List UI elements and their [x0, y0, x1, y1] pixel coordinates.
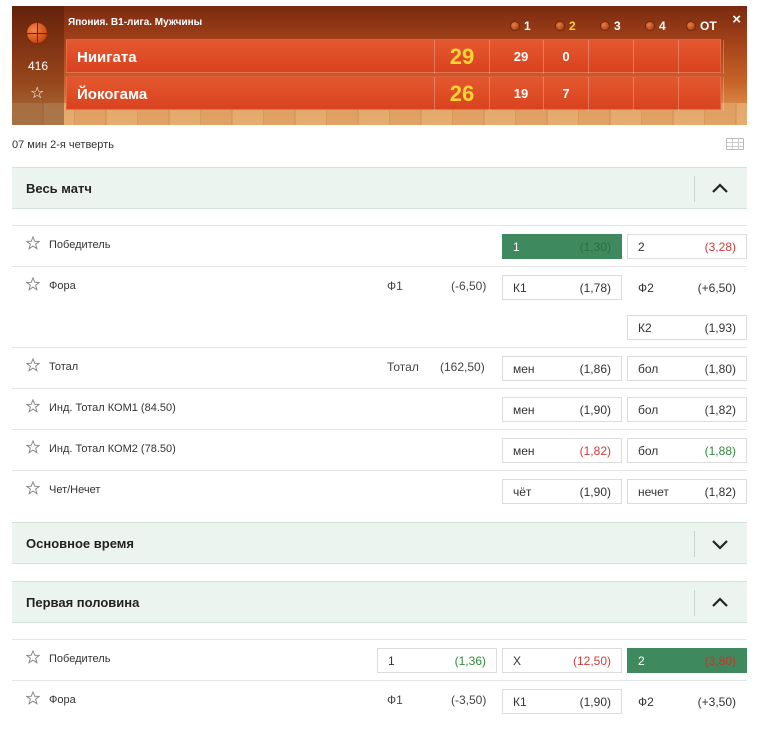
section-regular-time[interactable]: Основное время [12, 522, 747, 564]
market-row-ind-total-2: Инд. Тотал КОМ2 (78.50) мен (1,82) бол (… [12, 429, 747, 471]
star-outline-icon[interactable] [26, 236, 40, 250]
basketball-icon [510, 21, 520, 31]
star-outline-icon[interactable] [26, 691, 40, 705]
section-title: Основное время [26, 536, 134, 551]
market-name: Фора [49, 694, 76, 706]
basketball-icon [26, 22, 48, 44]
quarter-score: 0 [544, 40, 589, 74]
odds-button[interactable]: мен (1,86) [502, 356, 622, 381]
market-row-odd-even: Чет/Нечет чёт (1,90) нечет (1,82) [12, 470, 747, 512]
quarter-score [589, 77, 634, 111]
handicap-label: Ф1 [387, 693, 403, 707]
odds-button[interactable]: мен (1,82) [502, 438, 622, 463]
market-name: Тотал [49, 361, 79, 373]
market-name: Чет/Нечет [49, 484, 101, 496]
handicap-param: Ф2 (+6,50) [627, 275, 747, 300]
section-title: Первая половина [26, 595, 140, 610]
basketball-icon [645, 21, 655, 31]
market-row-handicap: Фора Ф1 (-6,50) К1 (1,78) Ф2 (+6,50) К2 … [12, 266, 747, 348]
quarter-score [634, 77, 679, 111]
period-2-header: 2 [555, 19, 576, 33]
statistics-icon[interactable] [726, 138, 744, 150]
handicap-param: Ф2 (+3,50) [627, 689, 747, 714]
quarter-score: 29 [499, 40, 544, 74]
quarter-score: 19 [499, 77, 544, 111]
basketball-icon [555, 21, 565, 31]
odds-button[interactable]: К1 (1,90) [502, 689, 622, 714]
market-name: Фора [49, 280, 76, 292]
odds-button[interactable]: бол (1,80) [627, 356, 747, 381]
basketball-icon [686, 21, 696, 31]
period-4-header: 4 [645, 19, 666, 33]
divider [694, 531, 695, 557]
section-first-half[interactable]: Первая половина [12, 581, 747, 623]
team-total-score: 29 [434, 40, 490, 74]
section-whole-match[interactable]: Весь матч [12, 167, 747, 209]
quarter-score [679, 77, 724, 111]
total-label: Тотал [387, 360, 419, 374]
market-row-total: Тотал Тотал (162,50) мен (1,86) бол (1,8… [12, 347, 747, 389]
chevron-up-icon[interactable] [707, 591, 733, 615]
star-outline-icon[interactable] [26, 650, 40, 664]
section-title: Весь матч [26, 181, 92, 196]
market-name: Инд. Тотал КОМ1 (84.50) [49, 402, 176, 414]
team-name: Ниигата [77, 49, 137, 66]
quarter-score [589, 40, 634, 74]
handicap-value: (-6,50) [451, 279, 487, 293]
market-row-fh-winner: Победитель 1 (1,36) X (12,50) 2 (3,80) [12, 639, 747, 681]
total-value: (162,50) [440, 360, 485, 374]
market-row-ind-total-1: Инд. Тотал КОМ1 (84.50) мен (1,90) бол (… [12, 388, 747, 430]
market-name: Победитель [49, 653, 111, 665]
scoreboard-sidebar: 416 ☆ [12, 6, 64, 125]
odds-button[interactable]: чёт (1,90) [502, 479, 622, 504]
star-outline-icon[interactable] [26, 440, 40, 454]
market-row-fh-handicap: Фора Ф1 (-3,50) К1 (1,90) Ф2 (+3,50) [12, 680, 747, 730]
period-ot-header: OT [686, 19, 717, 33]
divider [694, 176, 695, 202]
odds-button[interactable]: 2 (3,80) [627, 648, 747, 673]
period-3-header: 3 [600, 19, 621, 33]
chevron-up-icon[interactable] [707, 177, 733, 201]
chevron-down-icon[interactable] [707, 532, 733, 556]
quarter-score [634, 40, 679, 74]
quarter-score: 7 [544, 77, 589, 111]
team-row-home: Ниигата 29 29 0 [66, 39, 724, 74]
star-outline-icon[interactable] [26, 481, 40, 495]
odds-button[interactable]: бол (1,82) [627, 397, 747, 422]
odds-button[interactable]: мен (1,90) [502, 397, 622, 422]
handicap-value: (-3,50) [451, 693, 487, 707]
star-outline-icon[interactable] [26, 399, 40, 413]
team-name: Йокогама [77, 86, 148, 103]
market-name: Победитель [49, 239, 111, 251]
odds-button[interactable]: 2 (3,28) [627, 234, 747, 259]
scoreboard: 416 ☆ Япония. B1-лига. Мужчины 1 2 3 4 O… [12, 6, 747, 125]
close-icon[interactable]: × [732, 11, 741, 28]
period-1-header: 1 [510, 19, 531, 33]
odds-button[interactable]: X (12,50) [502, 648, 622, 673]
odds-button[interactable]: 1 (1,36) [377, 648, 497, 673]
odds-button[interactable]: К2 (1,93) [627, 315, 747, 340]
basketball-icon [600, 21, 610, 31]
star-outline-icon[interactable] [26, 358, 40, 372]
odds-button[interactable]: бол (1,88) [627, 438, 747, 463]
odds-button[interactable]: нечет (1,82) [627, 479, 747, 504]
star-outline-icon[interactable] [26, 277, 40, 291]
team-total-score: 26 [434, 77, 490, 111]
odds-button[interactable]: 1 (1,30) [502, 234, 622, 259]
divider [694, 590, 695, 616]
market-name: Инд. Тотал КОМ2 (78.50) [49, 443, 176, 455]
league-name: Япония. B1-лига. Мужчины [68, 17, 203, 28]
match-id: 416 [27, 59, 49, 73]
quarter-score [679, 40, 724, 74]
team-row-away: Йокогама 26 19 7 [66, 76, 724, 111]
market-row-winner: Победитель 1 (1,30) 2 (3,28) [12, 225, 747, 267]
favorite-star-icon[interactable]: ☆ [30, 86, 44, 102]
odds-button[interactable]: К1 (1,78) [502, 275, 622, 300]
handicap-label: Ф1 [387, 279, 403, 293]
match-time: 07 мин 2-я четверть [12, 139, 114, 151]
